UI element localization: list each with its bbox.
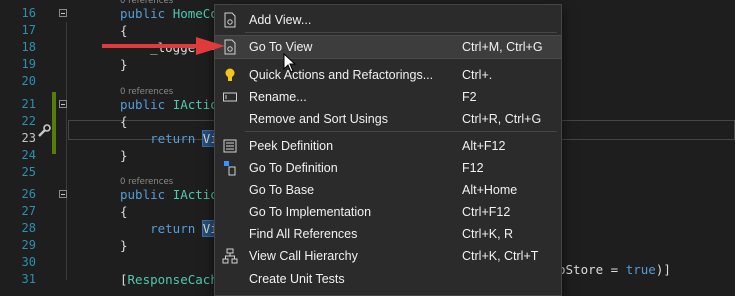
line-number: 16 — [21, 6, 36, 20]
menu-item-label: Go To Base — [249, 183, 315, 197]
code-tail: oStore = true)] — [558, 262, 671, 277]
collapse-icon[interactable] — [59, 190, 67, 198]
menu-item-peek-definition[interactable]: Peek Definition Alt+F12 — [215, 135, 561, 157]
code-token: public — [120, 187, 173, 202]
collapse-icon[interactable] — [59, 9, 67, 17]
menu-item-label: View Call Hierarchy — [249, 249, 358, 263]
code-token: { — [120, 114, 128, 129]
menu-item-go-to-implementation[interactable]: Go To Implementation Ctrl+F12 — [215, 201, 561, 223]
menu-item-label: Go To Implementation — [249, 205, 372, 219]
call-hierarchy-icon — [222, 248, 238, 264]
menu-item-label: Find All References — [249, 227, 358, 241]
rename-icon — [223, 92, 237, 102]
menu-item-add-view[interactable]: Add View... — [215, 9, 561, 31]
menu-item-label: Go To View — [249, 40, 313, 54]
code-token: } — [120, 57, 128, 72]
menu-item-shortcut: F12 — [462, 161, 484, 175]
menu-item-shortcut: Ctrl+K, R — [462, 227, 514, 241]
collapse-icon[interactable] — [59, 100, 67, 108]
code-token: public — [120, 97, 173, 112]
line-number: 18 — [21, 40, 36, 54]
code-text: } — [120, 147, 128, 164]
line-number: 27 — [21, 204, 36, 218]
menu-item-rename[interactable]: Rename... F2 — [215, 86, 561, 108]
code-text: { — [120, 113, 128, 130]
line-number: 22 — [21, 114, 36, 128]
menu-item-go-to-view[interactable]: Go To View Ctrl+M, Ctrl+G — [214, 35, 562, 59]
menu-item-shortcut: Alt+Home — [462, 183, 518, 197]
line-number: 24 — [21, 148, 36, 162]
line-number: 17 — [21, 23, 36, 37]
go-to-definition-icon — [224, 161, 236, 176]
menu-item-remove-and-sort-usings[interactable]: Remove and Sort Usings Ctrl+R, Ctrl+G — [215, 108, 561, 130]
mouse-cursor-icon — [283, 53, 297, 73]
line-number: 23 — [21, 131, 36, 145]
menu-item-go-to-base[interactable]: Go To Base Alt+Home — [215, 179, 561, 201]
code-text: { — [120, 203, 128, 220]
menu-item-go-to-definition[interactable]: Go To Definition F12 — [215, 157, 561, 179]
line-number: 19 — [21, 57, 36, 71]
menu-item-shortcut: Alt+F12 — [462, 139, 506, 153]
code-token: { — [120, 204, 128, 219]
line-number: 20 — [21, 74, 36, 88]
code-text: } — [120, 237, 128, 254]
menu-item-create-unit-tests[interactable]: Create Unit Tests — [215, 268, 561, 290]
context-menu: Add View... Go To View Ctrl+M, Ctrl+G Quick… — [214, 4, 562, 296]
line-number: 28 — [21, 221, 36, 235]
menu-item-shortcut: Ctrl+R, Ctrl+G — [462, 112, 542, 126]
menu-item-find-all-references[interactable]: Find All References Ctrl+K, R — [215, 223, 561, 245]
menu-item-label: Add View... — [249, 13, 312, 27]
line-number: 29 — [21, 238, 36, 252]
menu-item-label: Remove and Sort Usings — [249, 112, 388, 126]
line-number: 26 — [21, 187, 36, 201]
menu-item-shortcut: Ctrl+M, Ctrl+G — [462, 40, 543, 54]
line-number: 21 — [21, 97, 36, 111]
code-token: } — [120, 148, 128, 163]
menu-item-label: Rename... — [249, 90, 307, 104]
menu-item-label: Quick Actions and Refactorings... — [249, 68, 434, 82]
code-token: return — [120, 221, 203, 236]
menu-item-shortcut: Ctrl+F12 — [462, 205, 511, 219]
menu-item-view-call-hierarchy[interactable]: View Call Hierarchy Ctrl+K, Ctrl+T — [215, 245, 561, 267]
add-view-icon — [224, 12, 236, 28]
line-number: 25 — [21, 165, 36, 179]
menu-item-label: Go To Definition — [249, 161, 338, 175]
menu-item-shortcut: F2 — [462, 90, 477, 104]
menu-item-label: Peek Definition — [249, 139, 334, 153]
menu-item-quick-actions-and-refactorings[interactable]: Quick Actions and Refactorings... Ctrl+. — [215, 64, 561, 86]
code-token: public — [120, 6, 173, 21]
code-token: } — [120, 238, 128, 253]
menu-separator — [245, 131, 557, 132]
menu-item-shortcut: Ctrl+. — [462, 68, 493, 82]
menu-item-label: Create Unit Tests — [249, 272, 345, 286]
code-token: return — [120, 131, 203, 146]
annotation-arrow — [102, 37, 225, 55]
menu-item-shortcut: Ctrl+K, Ctrl+T — [462, 249, 539, 263]
menu-separator — [245, 32, 557, 33]
line-number: 30 — [21, 255, 36, 269]
lightbulb-icon — [225, 68, 235, 81]
peek-definition-icon — [223, 139, 237, 153]
code-text: } — [120, 56, 128, 73]
